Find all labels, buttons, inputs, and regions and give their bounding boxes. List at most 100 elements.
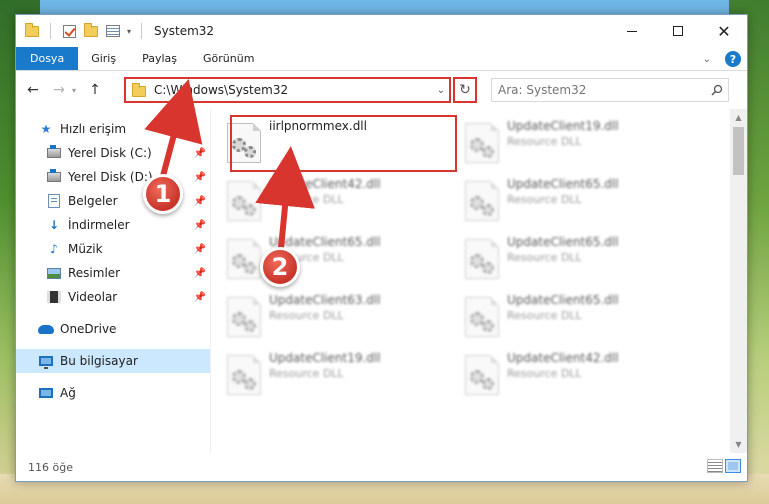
file-item[interactable]: UpdateClient65.dll Resource DLL (459, 173, 684, 229)
folder-icon (132, 83, 146, 97)
help-icon[interactable]: ? (725, 51, 741, 67)
address-path[interactable]: C:\Windows\System32 (154, 83, 433, 97)
nav-network[interactable]: Ağ (16, 381, 210, 405)
pin-icon[interactable]: 📌 (194, 148, 206, 159)
network-icon (38, 385, 54, 401)
nav-downloads[interactable]: ↓ İndirmeler 📌 (16, 213, 210, 237)
pin-icon[interactable]: 📌 (194, 196, 206, 207)
file-type: Resource DLL (269, 367, 344, 380)
dll-file-icon (465, 181, 499, 221)
file-item[interactable]: UpdateClient19.dll Resource DLL (221, 347, 446, 403)
nav-label: Yerel Disk (C:) (68, 146, 152, 160)
file-item[interactable]: UpdateClient42.dll Resource DLL (459, 347, 684, 403)
cloud-icon (38, 321, 54, 337)
properties-check-icon[interactable] (61, 24, 77, 38)
window-controls: ✕ (609, 15, 747, 47)
file-item[interactable]: UpdateClient65.dll Resource DLL (459, 231, 684, 287)
nav-pictures[interactable]: Resimler 📌 (16, 261, 210, 285)
search-icon[interactable] (706, 84, 728, 96)
arrow-right-icon: → (53, 82, 65, 98)
navigation-buttons: ← → ▾ ↑ (16, 77, 108, 103)
ribbon-tabs: Dosya Giriş Paylaş Görünüm ⌄ ? (16, 47, 747, 71)
file-name: UpdateClient65.dll (507, 177, 619, 191)
file-name: UpdateClient19.dll (269, 351, 381, 365)
vertical-scrollbar[interactable]: ▲ ▼ (730, 109, 747, 453)
pin-icon[interactable]: 📌 (194, 220, 206, 231)
file-name: UpdateClient42.dll (507, 351, 619, 365)
large-icons-view-icon[interactable] (725, 459, 741, 473)
dll-file-icon (227, 123, 261, 163)
file-name: iirlpnormmex.dll (269, 119, 367, 133)
nav-label: Hızlı erişim (60, 122, 127, 136)
file-type: Resource DLL (507, 135, 582, 148)
nav-onedrive[interactable]: OneDrive (16, 317, 210, 341)
up-button[interactable]: ↑ (82, 77, 108, 103)
tab-file[interactable]: Dosya (16, 47, 79, 70)
details-view-icon[interactable] (707, 459, 723, 473)
new-folder-icon[interactable] (83, 22, 99, 38)
nav-label: Resimler (68, 266, 121, 280)
customize-toolbar-icon[interactable]: ▾ (127, 27, 131, 36)
file-type: Resource DLL (507, 193, 582, 206)
video-icon (46, 289, 62, 305)
file-type: Resource DLL (269, 309, 344, 322)
file-item[interactable]: UpdateClient42.dll Resource DLL (221, 173, 446, 229)
dll-file-icon (227, 355, 261, 395)
maximize-icon (673, 26, 683, 36)
recent-locations-icon[interactable]: ▾ (72, 86, 82, 95)
status-bar: 116 öğe (16, 453, 747, 481)
file-item[interactable]: iirlpnormmex.dll (221, 115, 446, 171)
back-button[interactable]: ← (20, 77, 46, 103)
chevron-down-icon[interactable]: ⌄ (433, 85, 449, 96)
properties-icon[interactable] (105, 24, 121, 38)
file-item[interactable]: UpdateClient63.dll Resource DLL (221, 289, 446, 345)
scroll-down-icon[interactable]: ▼ (730, 436, 747, 453)
scroll-up-icon[interactable]: ▲ (730, 109, 747, 126)
annotation-badge-1: 1 (143, 174, 183, 214)
scroll-thumb[interactable] (733, 127, 744, 175)
window-title: System32 (154, 24, 215, 38)
file-item[interactable]: UpdateClient65.dll Resource DLL (459, 289, 684, 345)
file-item[interactable]: UpdateClient19.dll Resource DLL (459, 115, 684, 171)
tab-view[interactable]: Görünüm (190, 47, 267, 70)
pin-icon[interactable]: 📌 (194, 172, 206, 183)
nav-label: Bu bilgisayar (60, 354, 138, 368)
folder-icon[interactable] (24, 22, 40, 38)
dll-file-icon (227, 181, 261, 221)
pin-icon[interactable]: 📌 (194, 244, 206, 255)
pictures-icon (46, 265, 62, 281)
file-name: UpdateClient19.dll (507, 119, 619, 133)
nav-quick-access[interactable]: ★ Hızlı erişim (16, 117, 210, 141)
dll-file-icon (465, 355, 499, 395)
quick-access-toolbar: ▾ System32 (16, 22, 215, 39)
pin-icon[interactable]: 📌 (194, 292, 206, 303)
tab-home[interactable]: Giriş (78, 47, 129, 70)
forward-button[interactable]: → (46, 77, 72, 103)
nav-label: Belgeler (68, 194, 118, 208)
view-buttons (707, 459, 741, 473)
refresh-button[interactable]: ↻ (453, 77, 477, 103)
file-item[interactable]: UpdateClient65.dll Resource DLL (221, 231, 446, 287)
nav-this-pc[interactable]: Bu bilgisayar (16, 349, 210, 373)
file-type: Resource DLL (507, 367, 582, 380)
close-button[interactable]: ✕ (701, 15, 747, 47)
nav-local-disk-c[interactable]: Yerel Disk (C:) 📌 (16, 141, 210, 165)
dll-file-icon (465, 239, 499, 279)
file-type: Resource DLL (507, 309, 582, 322)
nav-label: OneDrive (60, 322, 117, 336)
search-input[interactable] (492, 83, 706, 97)
minimize-button[interactable] (609, 15, 655, 47)
drive-icon (46, 145, 62, 161)
item-count: 116 öğe (28, 460, 73, 474)
maximize-button[interactable] (655, 15, 701, 47)
address-row: ← → ▾ ↑ C:\Windows\System32 ⌄ ↻ (16, 71, 747, 109)
file-name: UpdateClient65.dll (507, 235, 619, 249)
expand-ribbon-icon[interactable]: ⌄ (703, 54, 711, 65)
pin-icon[interactable]: 📌 (194, 268, 206, 279)
search-box (491, 78, 729, 102)
download-icon: ↓ (48, 218, 60, 232)
nav-music[interactable]: ♪ Müzik 📌 (16, 237, 210, 261)
tab-share[interactable]: Paylaş (129, 47, 190, 70)
address-bar[interactable]: C:\Windows\System32 ⌄ (124, 77, 451, 103)
nav-videos[interactable]: Videolar 📌 (16, 285, 210, 309)
